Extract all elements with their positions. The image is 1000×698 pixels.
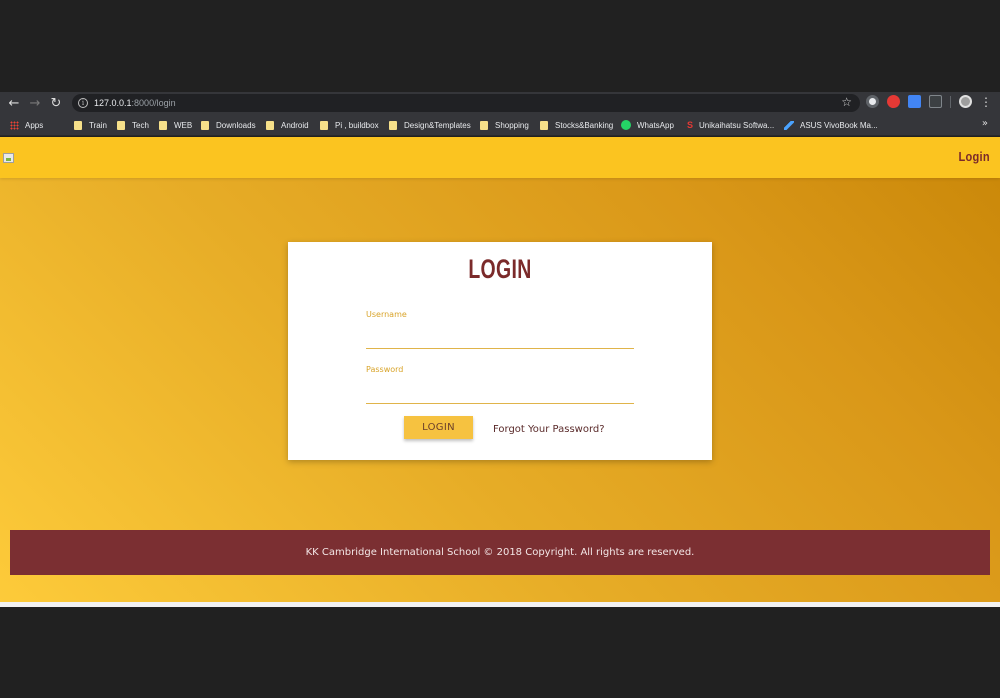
bookmark-shopping[interactable]: Shopping — [480, 119, 529, 131]
bookmark-label: Unikaihatsu Softwa... — [699, 120, 775, 130]
username-field-group: Username — [366, 302, 634, 349]
asus-icon — [784, 120, 794, 130]
page-bottom-strip — [0, 602, 1000, 607]
bookmark-label: Design&Templates — [404, 120, 471, 130]
folder-icon — [389, 120, 397, 130]
site-navbar: Login — [0, 137, 1000, 178]
bookmark-label: Android — [281, 120, 309, 130]
footer-copyright: KK Cambridge International School © 2018… — [305, 547, 695, 558]
browser-window: ← → ↻ i 127.0.0.1 :8000/login ☆ ⋮ Apps T… — [0, 92, 1000, 607]
bookmark-whatsapp[interactable]: WhatsApp — [621, 119, 674, 131]
bookmarks-bar: Apps Train Tech WEB Downloads Android Pi… — [0, 114, 1000, 136]
whatsapp-icon — [621, 120, 631, 130]
reload-icon[interactable]: ↻ — [46, 93, 66, 113]
forgot-password-link[interactable]: Forgot Your Password? — [493, 424, 605, 435]
url-field[interactable]: i 127.0.0.1 :8000/login ☆ — [72, 94, 860, 112]
translate-icon[interactable] — [908, 95, 921, 108]
folder-icon — [159, 120, 167, 130]
bookmark-label: Train — [89, 120, 107, 130]
bookmark-pi-buildbox[interactable]: Pi , buildbox — [320, 119, 379, 131]
bookmark-label: Pi , buildbox — [335, 120, 379, 130]
broken-logo-image-icon[interactable] — [3, 153, 14, 163]
password-input[interactable] — [366, 382, 634, 404]
bookmark-web[interactable]: WEB — [159, 119, 192, 131]
folder-icon — [117, 120, 125, 130]
bookmark-train[interactable]: Train — [74, 119, 107, 131]
profile-avatar[interactable] — [959, 95, 972, 108]
folder-icon — [201, 120, 209, 130]
url-host: 127.0.0.1 — [94, 98, 132, 108]
password-field-group: Password — [366, 357, 634, 404]
bookmark-downloads[interactable]: Downloads — [201, 119, 256, 131]
address-bar-row: ← → ↻ i 127.0.0.1 :8000/login ☆ ⋮ — [0, 92, 1000, 114]
bookmark-label: Apps — [25, 120, 44, 130]
folder-icon — [266, 120, 274, 130]
bookmark-unikaihatsu[interactable]: S Unikaihatsu Softwa... — [687, 119, 774, 131]
login-submit-button[interactable]: LOGIN — [404, 416, 473, 439]
more-bookmarks-button[interactable]: » — [982, 118, 988, 129]
extension-box-icon[interactable] — [929, 95, 942, 108]
bookmark-asus-vivobook[interactable]: ASUS VivoBook Ma... — [784, 119, 878, 131]
login-card: LOGIN Username Password LOGIN Forgot You… — [288, 242, 712, 460]
bookmark-apps[interactable]: Apps — [10, 119, 43, 131]
extension-red-icon[interactable] — [887, 95, 900, 108]
bookmark-label: Stocks&Banking — [555, 120, 614, 130]
info-icon[interactable]: i — [78, 98, 88, 108]
bookmark-label: Shopping — [495, 120, 529, 130]
folder-icon — [320, 120, 328, 130]
site-footer: KK Cambridge International School © 2018… — [10, 530, 990, 575]
page-viewport: Login LOGIN Username Password LOGIN Forg… — [0, 137, 1000, 607]
bookmark-star-icon[interactable]: ☆ — [841, 95, 852, 109]
unikaihatsu-icon: S — [687, 120, 694, 130]
bookmark-label: Tech — [132, 120, 149, 130]
bookmark-design-templates[interactable]: Design&Templates — [389, 119, 471, 131]
apps-grid-icon — [10, 120, 19, 130]
folder-icon — [480, 120, 488, 130]
password-label: Password — [366, 365, 404, 374]
username-input[interactable] — [366, 327, 634, 349]
extension-toolbar: ⋮ — [866, 95, 992, 108]
toolbar-divider — [950, 95, 951, 108]
browser-menu-icon[interactable]: ⋮ — [980, 96, 992, 108]
url-path: :8000/login — [131, 98, 176, 108]
bookmark-tech[interactable]: Tech — [117, 119, 149, 131]
extension-circle-icon[interactable] — [866, 95, 879, 108]
forward-arrow-icon[interactable]: → — [25, 93, 45, 113]
bookmark-label: ASUS VivoBook Ma... — [800, 120, 878, 130]
login-title: LOGIN — [468, 254, 532, 284]
username-label: Username — [366, 310, 407, 319]
back-arrow-icon[interactable]: ← — [4, 93, 24, 113]
bookmark-label: WhatsApp — [637, 120, 674, 130]
nav-login-link[interactable]: Login — [959, 149, 990, 164]
folder-icon — [540, 120, 548, 130]
bookmark-label: WEB — [174, 120, 193, 130]
bookmark-android[interactable]: Android — [266, 119, 309, 131]
bookmark-label: Downloads — [216, 120, 256, 130]
folder-icon — [74, 120, 82, 130]
bookmark-stocks-banking[interactable]: Stocks&Banking — [540, 119, 613, 131]
